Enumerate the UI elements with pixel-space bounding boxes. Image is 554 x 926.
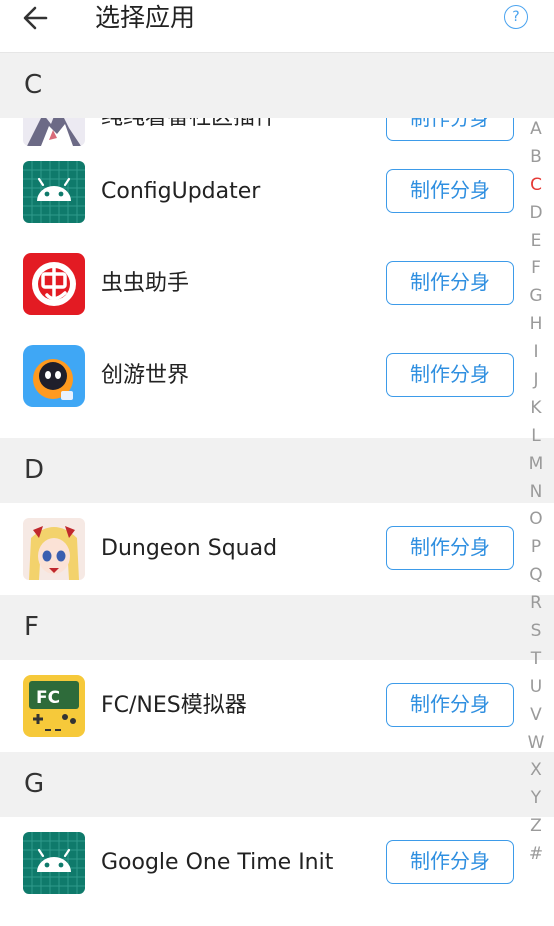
- app-row[interactable]: Dungeon Squad 制作分身: [0, 503, 554, 595]
- app-name: 纯纯看番社区插件: [101, 118, 277, 146]
- alphabet-index-bar[interactable]: A B C D E F G H I J K L M N O P Q R S T U V W X Y Z #: [522, 116, 550, 869]
- make-clone-button[interactable]: 制作分身: [386, 683, 514, 727]
- app-row[interactable]: 虫虫助手 制作分身: [0, 238, 554, 330]
- section-header-c: C: [0, 53, 554, 118]
- index-letter-l[interactable]: L: [522, 423, 550, 451]
- app-row-partial[interactable]: 纯纯看番社区插件 制作分身: [0, 118, 554, 146]
- app-name: 虫虫助手: [101, 271, 190, 296]
- index-letter-x[interactable]: X: [522, 757, 550, 785]
- app-row[interactable]: ConfigUpdater 制作分身: [0, 146, 554, 238]
- section-letter: C: [24, 70, 43, 100]
- index-letter-t[interactable]: T: [522, 646, 550, 674]
- help-icon[interactable]: ?: [504, 5, 528, 29]
- make-clone-button[interactable]: 制作分身: [386, 118, 514, 141]
- app-name: Dungeon Squad: [101, 536, 278, 561]
- section-header-f: F: [0, 595, 554, 660]
- index-letter-w[interactable]: W: [522, 730, 550, 758]
- index-letter-n[interactable]: N: [522, 479, 550, 507]
- android-icon: [23, 161, 85, 223]
- make-clone-button[interactable]: 制作分身: [386, 526, 514, 570]
- index-letter-u[interactable]: U: [522, 674, 550, 702]
- app-row[interactable]: Google One Time Init 制作分身: [0, 817, 554, 909]
- section-header-d: D: [0, 438, 554, 503]
- index-letter-v[interactable]: V: [522, 702, 550, 730]
- make-clone-button[interactable]: 制作分身: [386, 261, 514, 305]
- index-letter-r[interactable]: R: [522, 590, 550, 618]
- make-clone-button[interactable]: 制作分身: [386, 840, 514, 884]
- index-letter-e[interactable]: E: [522, 228, 550, 256]
- section-letter: F: [24, 612, 39, 642]
- index-letter-k[interactable]: K: [522, 395, 550, 423]
- back-arrow-icon[interactable]: [20, 2, 52, 34]
- page-title: 选择应用: [95, 3, 196, 32]
- app-name: FC/NES模拟器: [101, 693, 247, 718]
- index-letter-d[interactable]: D: [522, 200, 550, 228]
- app-name: 创游世界: [101, 363, 190, 388]
- index-letter-hash[interactable]: #: [522, 841, 550, 869]
- app-name: Google One Time Init: [101, 850, 334, 875]
- index-letter-c[interactable]: C: [522, 172, 550, 200]
- dungeon-squad-icon: [23, 518, 85, 580]
- section-letter: D: [24, 455, 45, 485]
- index-letter-m[interactable]: M: [522, 451, 550, 479]
- app-row[interactable]: 创游世界 制作分身: [0, 330, 554, 422]
- index-letter-y[interactable]: Y: [522, 785, 550, 813]
- index-letter-q[interactable]: Q: [522, 562, 550, 590]
- chongchong-icon: [23, 253, 85, 315]
- app-bar: 选择应用 ?: [0, 0, 554, 53]
- index-letter-b[interactable]: B: [522, 144, 550, 172]
- section-header-g: G: [0, 752, 554, 817]
- chuangyou-icon: [23, 345, 85, 407]
- index-letter-i[interactable]: I: [522, 339, 550, 367]
- fc-icon-label: FC: [36, 688, 60, 708]
- fc-nes-icon: FC: [23, 675, 85, 737]
- index-letter-f[interactable]: F: [522, 255, 550, 283]
- anime-avatar-icon: [23, 118, 85, 146]
- app-list[interactable]: C 纯纯看番社区插件 制作分身: [0, 53, 554, 926]
- index-letter-j[interactable]: J: [522, 367, 550, 395]
- section-letter: G: [24, 769, 45, 799]
- android-icon: [23, 832, 85, 894]
- index-letter-g[interactable]: G: [522, 283, 550, 311]
- app-row[interactable]: FC FC/NES模拟器 制作分身: [0, 660, 554, 752]
- index-letter-a[interactable]: A: [522, 116, 550, 144]
- make-clone-button[interactable]: 制作分身: [386, 353, 514, 397]
- index-letter-o[interactable]: O: [522, 506, 550, 534]
- make-clone-button[interactable]: 制作分身: [386, 169, 514, 213]
- app-name: ConfigUpdater: [101, 179, 261, 204]
- index-letter-s[interactable]: S: [522, 618, 550, 646]
- index-letter-h[interactable]: H: [522, 311, 550, 339]
- index-letter-p[interactable]: P: [522, 534, 550, 562]
- index-letter-z[interactable]: Z: [522, 813, 550, 841]
